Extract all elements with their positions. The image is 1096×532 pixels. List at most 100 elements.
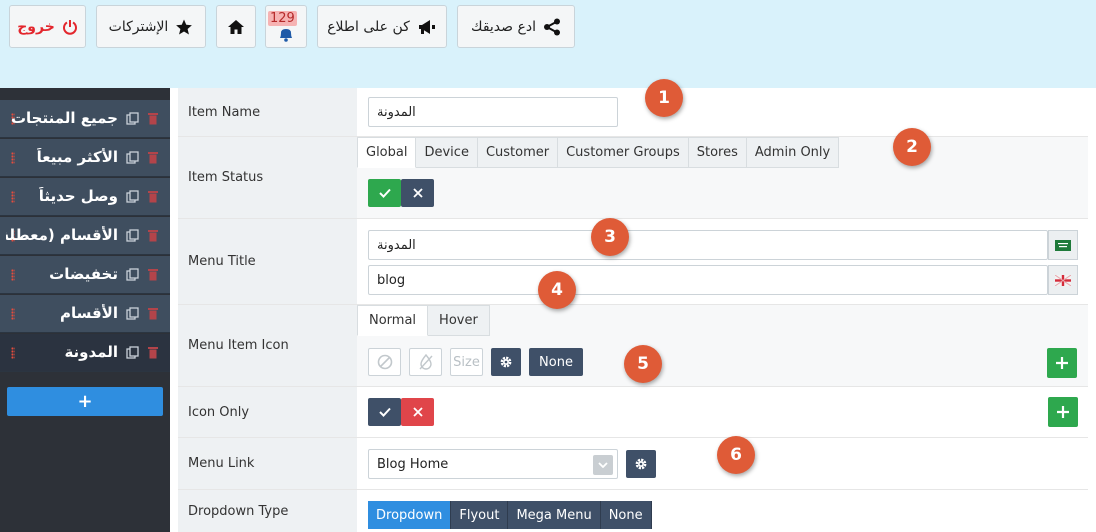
tab-global[interactable]: Global [357,137,417,168]
link-settings-button[interactable] [626,450,656,478]
add-menu-item-button[interactable]: + [7,387,163,416]
item-status-row: Item Status Global Device Customer Custo… [178,137,1088,219]
status-disable-button[interactable] [401,179,434,207]
icon-only-yes-button[interactable] [368,398,401,426]
drag-handle-icon[interactable] [11,308,15,320]
menu-item-icon-label: Menu Item Icon [178,305,357,386]
icon-color-button[interactable] [409,348,442,376]
sidebar-item-label: جميع المنتجات [10,109,118,127]
menu-link-select[interactable]: Blog Home [368,449,618,479]
language-flag-english [1048,265,1078,295]
sidebar-item-label: المدونة [64,343,118,361]
paint-drop-icon [418,354,433,370]
sidebar-item[interactable]: جميع المنتجات [0,100,170,138]
share-icon [543,18,560,35]
subscriptions-button[interactable]: الإشتركات [96,5,206,48]
star-icon [176,19,193,34]
chevron-down-icon [593,455,613,475]
copy-icon[interactable] [126,190,139,203]
add-icon-only-button[interactable] [1048,397,1078,427]
dropdown-option-none[interactable]: None [600,501,652,529]
annotation-marker-4: 4 [538,271,576,309]
sidebar-item-label: الأكثر مبيعاً [36,148,118,166]
bell-icon [280,28,292,42]
sidebar-item-active[interactable]: المدونة [0,334,170,372]
stay-informed-label: كن على اطلاع [327,18,410,35]
dropdown-type-row: Dropdown Type Dropdown Flyout Mega Menu … [178,490,1088,532]
icon-none-button[interactable]: None [529,348,583,376]
icon-only-label: Icon Only [178,387,357,437]
item-name-input[interactable]: المدونة [368,97,618,127]
menu-link-row: Menu Link Blog Home [178,438,1088,490]
dropdown-type-label: Dropdown Type [178,490,357,532]
copy-icon[interactable] [126,112,139,125]
sidebar-item-label: الأقسام [59,304,118,322]
sidebar-item-label: وصل حديثاً [38,187,118,205]
sidebar-item[interactable]: الأقسام (معطلة) [0,217,170,255]
power-icon [62,19,77,35]
drag-handle-icon[interactable] [11,347,15,359]
item-name-row: Item Name المدونة [178,88,1088,137]
sidebar-item[interactable]: الأقسام [0,295,170,333]
tab-normal[interactable]: Normal [357,305,429,336]
trash-icon[interactable] [148,307,158,320]
dropdown-option-dropdown[interactable]: Dropdown [368,501,452,529]
tab-stores[interactable]: Stores [688,137,747,168]
annotation-marker-5: 5 [624,345,662,383]
trash-icon[interactable] [148,112,158,125]
no-icon-button[interactable] [368,348,401,376]
check-icon [378,407,391,417]
copy-icon[interactable] [126,151,139,164]
drag-handle-icon[interactable] [11,191,15,203]
subscriptions-label: الإشتركات [108,18,169,35]
invite-friend-button[interactable]: ادع صديقك [457,5,575,48]
add-icon-button[interactable] [1047,348,1077,378]
home-button[interactable] [216,5,256,48]
annotation-marker-2: 2 [893,128,931,166]
trash-icon[interactable] [148,229,158,242]
gear-icon [635,458,647,470]
sidebar-item[interactable]: الأكثر مبيعاً [0,139,170,177]
icon-state-tabs: Normal Hover [357,305,490,336]
tab-customer-groups[interactable]: Customer Groups [558,137,689,168]
home-icon [228,19,244,34]
tab-admin-only[interactable]: Admin Only [746,137,840,168]
icon-settings-button[interactable] [491,348,521,376]
status-enable-button[interactable] [368,179,401,207]
dropdown-option-flyout[interactable]: Flyout [451,501,509,529]
stay-informed-button[interactable]: كن على اطلاع [317,5,447,48]
copy-icon[interactable] [126,229,139,242]
copy-icon[interactable] [126,346,139,359]
menu-title-english-input[interactable]: blog [368,265,1048,295]
tab-hover[interactable]: Hover [428,305,490,336]
trash-icon[interactable] [148,346,158,359]
dropdown-option-mega-menu[interactable]: Mega Menu [508,501,601,529]
top-toolbar: خروج الإشتركات 129 كن على اطلاع ادع صديق… [0,0,1096,88]
status-tabs: Global Device Customer Customer Groups S… [357,137,840,168]
sidebar-item[interactable]: تخفيضات [0,256,170,294]
tab-device[interactable]: Device [416,137,478,168]
notification-count-badge: 129 [268,11,297,26]
menu-link-label: Menu Link [178,438,357,489]
plus-icon [1056,357,1068,369]
tab-customer[interactable]: Customer [477,137,559,168]
sidebar-item[interactable]: وصل حديثاً [0,178,170,216]
drag-handle-icon[interactable] [11,269,15,281]
notifications-button[interactable]: 129 [265,5,307,48]
logout-button[interactable]: خروج [9,5,86,48]
icon-size-input[interactable]: Size [450,348,483,376]
copy-icon[interactable] [126,268,139,281]
drag-handle-icon[interactable] [11,152,15,164]
trash-icon[interactable] [148,190,158,203]
icon-only-no-button[interactable] [401,398,434,426]
menu-title-arabic-input[interactable]: المدونة [368,230,1048,260]
trash-icon[interactable] [148,268,158,281]
annotation-marker-1: 1 [645,79,683,117]
menu-link-value: Blog Home [377,456,449,472]
trash-icon[interactable] [148,151,158,164]
annotation-marker-3: 3 [591,218,629,256]
uk-flag-icon [1055,274,1071,286]
megaphone-icon [418,19,435,34]
copy-icon[interactable] [126,307,139,320]
icon-only-row: Icon Only [178,387,1088,438]
